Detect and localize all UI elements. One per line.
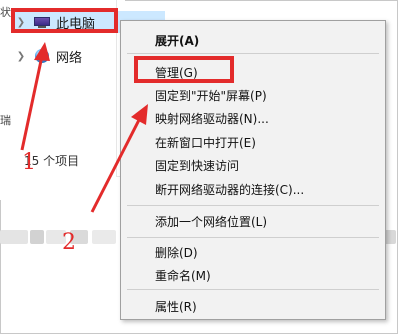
step-number-1: 1 [22,150,36,175]
step-number-2: 2 [62,230,76,255]
arrow-1-shaft [20,55,44,151]
arrow-1-head [34,42,50,61]
arrow-2-shaft [90,117,142,213]
annotation-arrows [20,42,148,213]
